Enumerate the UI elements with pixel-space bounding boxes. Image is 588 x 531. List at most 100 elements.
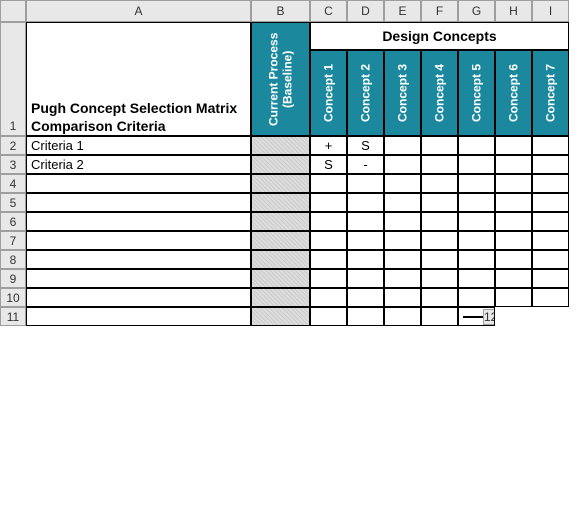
cell-I3[interactable] bbox=[532, 155, 569, 174]
cell-A6[interactable] bbox=[26, 212, 251, 231]
concept-4-header[interactable]: Concept 4 bbox=[421, 50, 458, 136]
cell-E10[interactable] bbox=[384, 288, 421, 307]
cell-B6[interactable] bbox=[251, 212, 310, 231]
cell-D5[interactable] bbox=[347, 193, 384, 212]
cell-E3[interactable] bbox=[384, 155, 421, 174]
cell-C6[interactable] bbox=[310, 212, 347, 231]
cell-I4[interactable] bbox=[532, 174, 569, 193]
cell-F3[interactable] bbox=[421, 155, 458, 174]
cell-I7[interactable] bbox=[532, 231, 569, 250]
cell-D10[interactable] bbox=[347, 288, 384, 307]
cell-A5[interactable] bbox=[26, 193, 251, 212]
col-header-B[interactable]: B bbox=[251, 0, 310, 22]
cell-G8[interactable] bbox=[458, 250, 495, 269]
cell-D3[interactable]: - bbox=[347, 155, 384, 174]
cell-F8[interactable] bbox=[421, 250, 458, 269]
cell-C9[interactable] bbox=[310, 269, 347, 288]
row-header-4[interactable]: 4 bbox=[0, 174, 26, 193]
cell-I11[interactable] bbox=[473, 316, 483, 318]
cell-B10[interactable] bbox=[251, 288, 310, 307]
col-header-C[interactable]: C bbox=[310, 0, 347, 22]
row-header-5[interactable]: 5 bbox=[0, 193, 26, 212]
cell-B9[interactable] bbox=[251, 269, 310, 288]
cell-I6[interactable] bbox=[532, 212, 569, 231]
cell-D11[interactable] bbox=[347, 307, 384, 326]
cell-C7[interactable] bbox=[310, 231, 347, 250]
cell-G5[interactable] bbox=[458, 193, 495, 212]
cell-E8[interactable] bbox=[384, 250, 421, 269]
cell-F7[interactable] bbox=[421, 231, 458, 250]
cell-H10[interactable] bbox=[495, 288, 532, 307]
col-header-D[interactable]: D bbox=[347, 0, 384, 22]
col-header-F[interactable]: F bbox=[421, 0, 458, 22]
row-header-8[interactable]: 8 bbox=[0, 250, 26, 269]
concept-5-header[interactable]: Concept 5 bbox=[458, 50, 495, 136]
cell-E7[interactable] bbox=[384, 231, 421, 250]
cell-I10[interactable] bbox=[532, 288, 569, 307]
cell-F9[interactable] bbox=[421, 269, 458, 288]
cell-B11[interactable] bbox=[251, 307, 310, 326]
row-header-10[interactable]: 10 bbox=[0, 288, 26, 307]
cell-C4[interactable] bbox=[310, 174, 347, 193]
cell-G2[interactable] bbox=[458, 136, 495, 155]
cell-F4[interactable] bbox=[421, 174, 458, 193]
cell-D9[interactable] bbox=[347, 269, 384, 288]
row-header-3[interactable]: 3 bbox=[0, 155, 26, 174]
cell-F10[interactable] bbox=[421, 288, 458, 307]
cell-E6[interactable] bbox=[384, 212, 421, 231]
cell-C5[interactable] bbox=[310, 193, 347, 212]
cell-C2[interactable]: + bbox=[310, 136, 347, 155]
cell-I5[interactable] bbox=[532, 193, 569, 212]
cell-G7[interactable] bbox=[458, 231, 495, 250]
cell-G10[interactable] bbox=[458, 288, 495, 307]
row-header-9[interactable]: 9 bbox=[0, 269, 26, 288]
cell-F6[interactable] bbox=[421, 212, 458, 231]
cell-A7[interactable] bbox=[26, 231, 251, 250]
cell-G3[interactable] bbox=[458, 155, 495, 174]
cell-F2[interactable] bbox=[421, 136, 458, 155]
cell-H11[interactable] bbox=[463, 316, 473, 318]
row-header-2[interactable]: 2 bbox=[0, 136, 26, 155]
row-header-11[interactable]: 11 bbox=[0, 307, 26, 326]
cell-F5[interactable] bbox=[421, 193, 458, 212]
design-concepts-banner[interactable]: Design Concepts bbox=[310, 22, 569, 50]
col-header-E[interactable]: E bbox=[384, 0, 421, 22]
cell-B4[interactable] bbox=[251, 174, 310, 193]
cell-E2[interactable] bbox=[384, 136, 421, 155]
concept-6-header[interactable]: Concept 6 bbox=[495, 50, 532, 136]
col-header-I[interactable]: I bbox=[532, 0, 569, 22]
cell-H5[interactable] bbox=[495, 193, 532, 212]
cell-E9[interactable] bbox=[384, 269, 421, 288]
row-header-7[interactable]: 7 bbox=[0, 231, 26, 250]
concept-1-header[interactable]: Concept 1 bbox=[310, 50, 347, 136]
cell-D6[interactable] bbox=[347, 212, 384, 231]
cell-D2[interactable]: S bbox=[347, 136, 384, 155]
cell-I8[interactable] bbox=[532, 250, 569, 269]
cell-H8[interactable] bbox=[495, 250, 532, 269]
cell-G9[interactable] bbox=[458, 269, 495, 288]
cell-B5[interactable] bbox=[251, 193, 310, 212]
cell-A10[interactable] bbox=[26, 288, 251, 307]
cell-A2[interactable]: Criteria 1 bbox=[26, 136, 251, 155]
cell-B2[interactable] bbox=[251, 136, 310, 155]
cell-A11[interactable] bbox=[26, 307, 251, 326]
row-header-6[interactable]: 6 bbox=[0, 212, 26, 231]
cell-I2[interactable] bbox=[532, 136, 569, 155]
cell-G4[interactable] bbox=[458, 174, 495, 193]
cell-A9[interactable] bbox=[26, 269, 251, 288]
cell-H2[interactable] bbox=[495, 136, 532, 155]
concept-7-header[interactable]: Concept 7 bbox=[532, 50, 569, 136]
col-header-A[interactable]: A bbox=[26, 0, 251, 22]
cell-C3[interactable]: S bbox=[310, 155, 347, 174]
cell-H9[interactable] bbox=[495, 269, 532, 288]
col-header-G[interactable]: G bbox=[458, 0, 495, 22]
cell-B3[interactable] bbox=[251, 155, 310, 174]
cell-H7[interactable] bbox=[495, 231, 532, 250]
cell-C11[interactable] bbox=[310, 307, 347, 326]
cell-B7[interactable] bbox=[251, 231, 310, 250]
cell-E5[interactable] bbox=[384, 193, 421, 212]
cell-B8[interactable] bbox=[251, 250, 310, 269]
cell-C8[interactable] bbox=[310, 250, 347, 269]
cell-D4[interactable] bbox=[347, 174, 384, 193]
cell-D7[interactable] bbox=[347, 231, 384, 250]
